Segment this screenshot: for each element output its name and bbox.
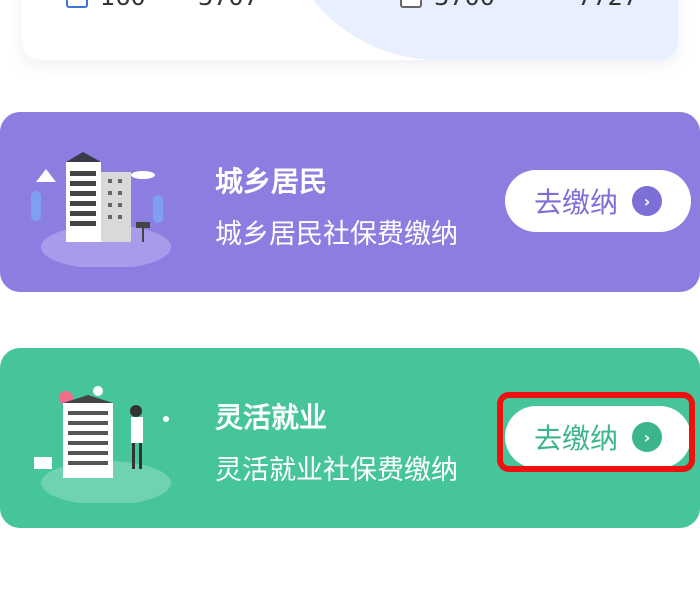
office-worker-building-icon [34,386,171,503]
pay-button-label: 去缴纳 [533,186,618,219]
stat-right: 3700 7727 [400,0,638,12]
apartment-building-icon [31,152,171,267]
card-subtitle: 城乡居民社保费缴纳 [215,219,458,250]
card-title: 城乡居民 [215,165,328,198]
stat-left-a: 160 [100,0,146,11]
stat-left-b: 3707 [198,0,259,11]
summary-card: 160 3707 3700 7727 [22,0,678,60]
chevron-right-icon: › [632,422,662,452]
pay-button[interactable]: 去缴纳 › [505,406,691,468]
pay-button-label: 去缴纳 [533,422,618,455]
card-subtitle: 灵活就业社保费缴纳 [215,455,458,486]
chevron-right-icon: › [632,186,662,216]
urban-rural-resident-card[interactable]: 城乡居民 城乡居民社保费缴纳 去缴纳 › [0,112,700,292]
calendar-icon [400,0,422,8]
flexible-employment-card[interactable]: 灵活就业 灵活就业社保费缴纳 去缴纳 › [0,348,700,528]
stat-left: 160 3707 [66,0,259,12]
pay-button[interactable]: 去缴纳 › [505,170,691,232]
document-icon [66,0,88,8]
stat-right-a: 3700 [434,0,495,11]
stat-right-b: 7727 [577,0,638,11]
card-title: 灵活就业 [215,401,328,434]
